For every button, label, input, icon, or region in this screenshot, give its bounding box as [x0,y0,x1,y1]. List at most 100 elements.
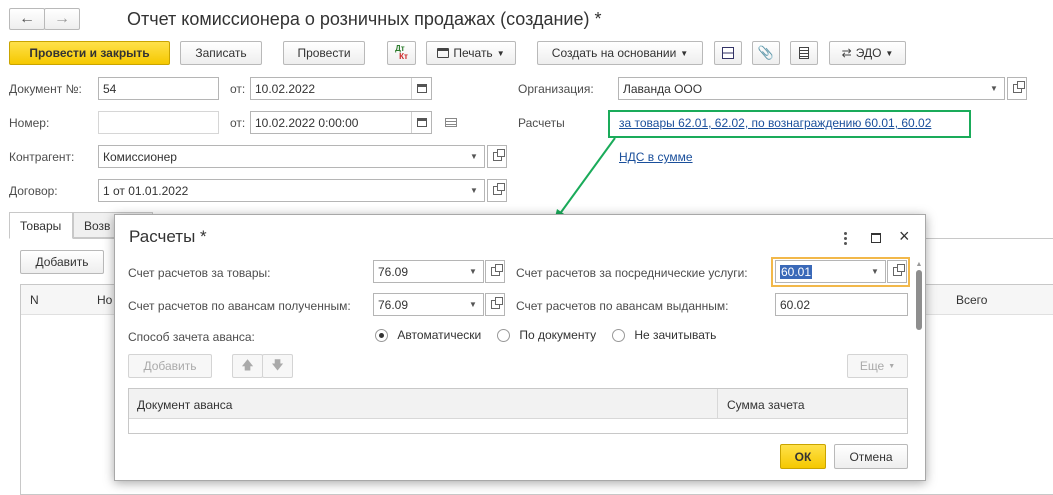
contract-field[interactable]: 1 от 01.01.2022 ▼ [98,179,485,202]
dropdown-icon[interactable]: ▼ [464,180,484,201]
more-options-icon[interactable] [844,232,847,245]
doc-number-label: Документ №: [9,82,82,96]
paperclip-icon: 📎 [757,45,775,60]
calendar-icon [416,118,427,127]
open-contract-button[interactable] [487,179,507,202]
radio-unchecked-icon [612,329,625,343]
cancel-button[interactable]: Отмена [834,444,908,469]
advances-received-label: Счет расчетов по авансам полученным: [128,299,351,313]
offset-method-label: Способ зачета аванса: [128,330,255,344]
open-organization-button[interactable] [1007,77,1027,100]
page-title: Отчет комиссионера о розничных продажах … [127,9,602,29]
col-total-header: Всего [956,293,988,307]
open-agency-account-button[interactable] [887,260,907,283]
chevron-down-icon: ▼ [885,48,894,58]
radio-checked-icon [375,329,388,343]
forward-button[interactable]: → [44,8,80,30]
post-and-close-button[interactable]: Провести и закрыть [9,41,170,65]
chevron-down-icon: ▼ [496,48,505,58]
calendar-button[interactable] [411,78,431,99]
open-icon [492,183,505,195]
move-down-button[interactable]: 🡇 [262,354,293,378]
open-goods-account-button[interactable] [485,260,505,283]
goods-account-field[interactable]: 76.09 ▼ [373,260,484,283]
report-button[interactable] [790,41,818,65]
counterparty-label: Контрагент: [9,150,75,164]
agency-account-field[interactable]: 60.01 ▼ [775,260,886,283]
open-advances-received-button[interactable] [485,293,505,316]
dropdown-icon[interactable]: ▼ [984,78,1004,99]
dt-kt-icon: Дт Кт [395,44,408,61]
advances-paid-field[interactable]: 60.02 [775,293,908,316]
ok-button[interactable]: ОК [780,444,826,469]
scrollbar-thumb[interactable] [916,270,922,330]
counterparty-field[interactable]: Комиссионер ▼ [98,145,485,168]
settlements-dialog: Расчеты * × Счет расчетов за товары: 76.… [114,214,926,481]
date-label: от: [230,82,246,96]
comment-icon[interactable] [445,118,457,127]
dt-kt-button[interactable]: Дт Кт [387,41,416,65]
vat-link[interactable]: НДС в сумме [619,150,693,164]
chevron-down-icon: ▼ [680,48,689,58]
save-button[interactable]: Записать [180,41,262,65]
advances-table: Документ аванса Сумма зачета [128,388,908,434]
col-n-header: N [30,293,39,307]
printer-icon [437,48,450,58]
contract-label: Договор: [9,184,58,198]
radio-by-document[interactable]: По документу [497,328,596,343]
open-icon [490,264,503,276]
arrow-right-icon: → [54,10,70,27]
scroll-up-icon[interactable]: ▲ [914,261,924,268]
column-divider [717,389,718,419]
open-icon [1012,81,1025,93]
attach-button[interactable]: 📎 [752,41,780,65]
create-based-on-button[interactable]: Создать на основании ▼ [537,41,703,65]
date-label-2: от: [230,116,246,130]
agency-account-label: Счет расчетов за посреднические услуги: [516,266,748,280]
close-icon[interactable]: × [899,226,910,247]
arrow-up-icon: 🡅 [241,357,254,372]
advances-received-field[interactable]: 76.09 ▼ [373,293,484,316]
dropdown-icon[interactable]: ▼ [865,261,885,282]
dialog-scrollbar[interactable]: ▲ [914,261,924,439]
calendar-button[interactable] [411,112,431,133]
edo-button[interactable]: ⇄ ЭДО ▼ [829,41,906,65]
structure-button[interactable] [714,41,742,65]
open-icon [892,264,905,276]
arrow-down-icon: 🡇 [271,357,284,372]
open-icon [492,149,505,161]
calendar-icon [416,84,427,93]
open-icon [490,297,503,309]
maximize-icon[interactable] [871,233,881,243]
col-sum-header: Сумма зачета [727,398,805,412]
back-button[interactable]: ← [9,8,45,30]
dropdown-icon[interactable]: ▼ [464,146,484,167]
arrow-left-icon: ← [19,10,35,27]
datetime-field[interactable]: 10.02.2022 0:00:00 [250,111,432,134]
doc-date-field[interactable]: 10.02.2022 [250,77,432,100]
doc-number-field[interactable]: 54 [98,77,219,100]
list-icon [799,47,809,59]
settlements-label: Расчеты [518,116,565,130]
settlements-link[interactable]: за товары 62.01, 62.02, по вознаграждени… [619,116,931,130]
tab-goods[interactable]: Товары [9,212,73,239]
radio-auto[interactable]: Автоматически [375,328,481,343]
organization-field[interactable]: Лаванда ООО ▼ [618,77,1005,100]
more-button[interactable]: Еще ▼ [847,354,908,378]
dropdown-icon[interactable]: ▼ [463,261,483,282]
dialog-title: Расчеты * [129,227,207,246]
goods-account-label: Счет расчетов за товары: [128,266,271,280]
chevron-down-icon: ▼ [888,362,896,370]
open-counterparty-button[interactable] [487,145,507,168]
radio-no-offset[interactable]: Не зачитывать [612,328,716,343]
add-row-button[interactable]: Добавить [20,250,104,274]
post-button[interactable]: Провести [283,41,365,65]
move-up-button[interactable]: 🡅 [232,354,263,378]
structure-icon [722,47,734,59]
advances-paid-label: Счет расчетов по авансам выданным: [516,299,729,313]
print-button[interactable]: Печать ▼ [426,41,516,65]
dropdown-icon[interactable]: ▼ [463,294,483,315]
dialog-add-button[interactable]: Добавить [128,354,212,378]
number-field[interactable] [98,111,219,134]
col-document-header: Документ аванса [137,398,233,412]
